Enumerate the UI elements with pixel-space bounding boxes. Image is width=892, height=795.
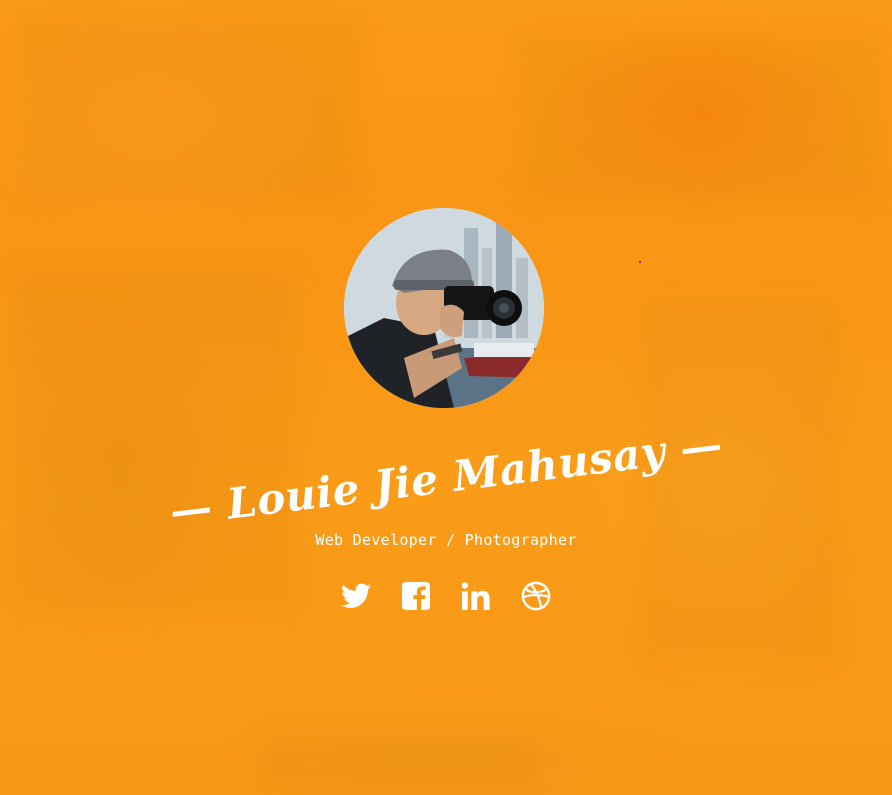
social-links <box>0 578 892 614</box>
name-row: — Louie Jie Mahusay — <box>0 419 892 535</box>
twitter-icon <box>341 583 371 608</box>
facebook-link[interactable] <box>400 578 432 614</box>
hero: — Louie Jie Mahusay — Web Developer / Ph… <box>0 0 892 795</box>
dribbble-link[interactable] <box>520 578 552 614</box>
profile-name: — Louie Jie Mahusay — <box>166 418 726 536</box>
stray-pixel <box>639 261 641 263</box>
profile-subtitle: Web Developer / Photographer <box>315 531 577 549</box>
twitter-link[interactable] <box>340 578 372 614</box>
avatar <box>344 208 544 408</box>
dribbble-icon <box>521 581 551 611</box>
facebook-icon <box>402 582 430 610</box>
linkedin-link[interactable] <box>460 578 492 614</box>
linkedin-icon <box>462 582 490 610</box>
